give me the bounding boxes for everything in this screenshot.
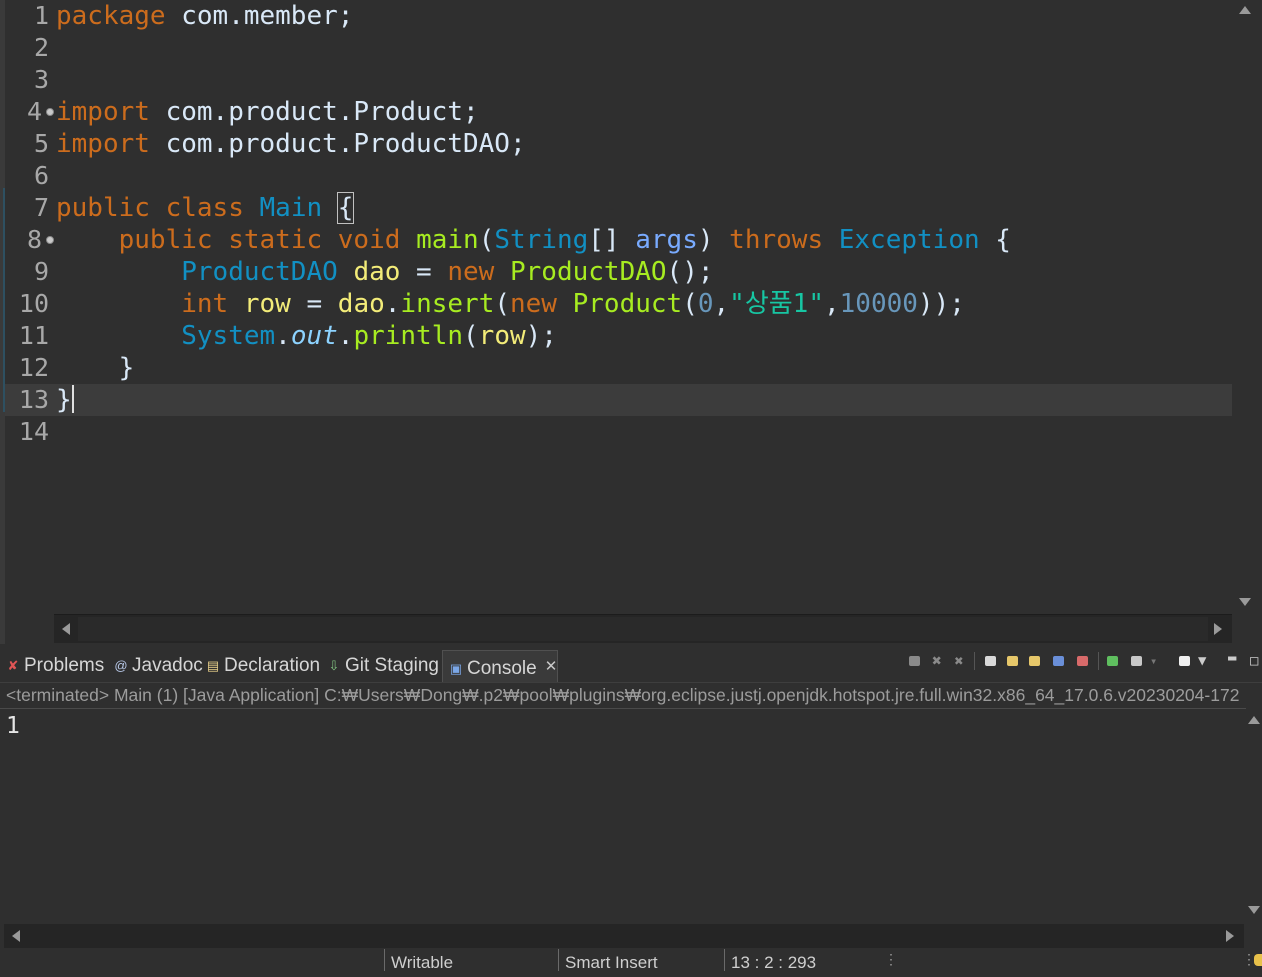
console-view: ✘ Problems @ Javadoc ▤ Declaration ⇩ Git Sta… bbox=[0, 644, 1262, 949]
show-stdout-icon[interactable] bbox=[1050, 652, 1068, 670]
code-text: import com.product.Product; bbox=[56, 97, 479, 127]
scroll-down-icon[interactable] bbox=[1248, 906, 1260, 914]
status-cursor-position[interactable]: 13 : 2 : 293 bbox=[724, 949, 871, 972]
problems-icon: ✘ bbox=[7, 658, 19, 673]
minimize-icon[interactable]: ▬ bbox=[1228, 651, 1246, 670]
console-process-description: <terminated> Main (1) [Java Application]… bbox=[6, 685, 1240, 705]
line-number: 7 bbox=[33, 193, 49, 222]
status-insert-mode[interactable]: Smart Insert bbox=[558, 949, 715, 972]
line-number: 1 bbox=[33, 1, 49, 30]
code-line-10[interactable]: 10 int row = dao.insert(new Product(0,"상… bbox=[5, 288, 1232, 320]
code-line-9[interactable]: 9 ProductDAO dao = new ProductDAO(); bbox=[5, 256, 1232, 288]
code-line-14[interactable]: 14 bbox=[5, 416, 1232, 448]
word-wrap-icon[interactable] bbox=[1026, 652, 1044, 670]
line-number: 13 bbox=[18, 385, 49, 414]
terminate-icon[interactable] bbox=[906, 652, 924, 670]
console-output-area[interactable]: 1 bbox=[0, 708, 1246, 923]
console-icon: ▣ bbox=[449, 661, 463, 676]
tab-declaration[interactable]: ▤ Declaration bbox=[206, 650, 320, 682]
line-number: 9 bbox=[33, 257, 49, 286]
scroll-up-icon[interactable] bbox=[1239, 6, 1251, 14]
text-cursor bbox=[71, 385, 74, 413]
chevron-down-icon[interactable]: ▾ bbox=[1150, 652, 1168, 670]
editor-vertical-scrollbar[interactable] bbox=[1232, 0, 1258, 612]
view-menu-icon[interactable]: ▼ bbox=[1198, 652, 1216, 670]
matched-bracket: { bbox=[336, 192, 355, 224]
declaration-icon: ▤ bbox=[206, 658, 220, 673]
status-bar: Writable Smart Insert 13 : 2 : 293 ⋮ ⋮ bbox=[0, 949, 1262, 972]
clear-console-icon[interactable] bbox=[982, 652, 1000, 670]
scroll-up-icon[interactable] bbox=[1248, 716, 1260, 724]
scroll-track[interactable] bbox=[78, 617, 1208, 641]
close-icon[interactable]: ✕ bbox=[545, 651, 558, 683]
maximize-icon[interactable]: □ bbox=[1250, 652, 1262, 670]
tab-git-staging[interactable]: ⇩ Git Staging bbox=[327, 650, 439, 682]
lightbulb-icon[interactable] bbox=[1254, 954, 1262, 966]
scroll-left-icon[interactable] bbox=[62, 623, 70, 635]
line-number: 5 bbox=[33, 129, 49, 158]
code-line-11[interactable]: 11 System.out.println(row); bbox=[5, 320, 1232, 352]
fold-toggle-icon[interactable] bbox=[46, 108, 54, 116]
code-line-5[interactable]: 5 import com.product.ProductDAO; bbox=[5, 128, 1232, 160]
line-number: 4 bbox=[26, 97, 42, 126]
line-number: 12 bbox=[18, 353, 49, 382]
code-line-3[interactable]: 3 bbox=[5, 64, 1232, 96]
scroll-right-icon[interactable] bbox=[1214, 623, 1222, 635]
code-text: import com.product.ProductDAO; bbox=[56, 129, 526, 159]
line-number: 11 bbox=[18, 321, 49, 350]
tab-console[interactable]: ▣ Console ✕ bbox=[442, 650, 558, 682]
line-number: 10 bbox=[18, 289, 49, 318]
code-line-1[interactable]: 1 package com.member; bbox=[5, 0, 1232, 32]
more-icon[interactable]: ⋮ bbox=[884, 951, 898, 968]
scroll-lock-icon[interactable] bbox=[1004, 652, 1022, 670]
remove-launch-icon[interactable]: ✖ bbox=[928, 652, 946, 670]
pin-console-icon[interactable] bbox=[1104, 652, 1122, 670]
view-tab-bar: ✘ Problems @ Javadoc ▤ Declaration ⇩ Git Sta… bbox=[0, 644, 1262, 683]
fold-toggle-icon[interactable] bbox=[46, 236, 54, 244]
code-line-6[interactable]: 6 bbox=[5, 160, 1232, 192]
console-horizontal-scrollbar[interactable] bbox=[4, 924, 1244, 948]
code-line-4[interactable]: 4 import com.product.Product; bbox=[5, 96, 1232, 128]
code-text: public static void main(String[] args) t… bbox=[118, 225, 1011, 255]
code-text: } bbox=[118, 353, 135, 383]
editor-horizontal-scrollbar[interactable] bbox=[54, 614, 1232, 643]
show-stderr-icon[interactable] bbox=[1074, 652, 1092, 670]
code-area[interactable]: 1 package com.member; 2 3 4 import com.p… bbox=[5, 0, 1232, 612]
code-text: int row = dao.insert(new Product(0,"상품1"… bbox=[181, 289, 965, 319]
remove-all-terminated-icon[interactable]: ✖ bbox=[950, 652, 968, 670]
status-writable: Writable bbox=[384, 949, 551, 972]
code-text: } bbox=[56, 385, 74, 415]
line-number: 2 bbox=[33, 33, 49, 62]
line-number: 6 bbox=[33, 161, 49, 190]
code-text: ProductDAO dao = new ProductDAO(); bbox=[181, 257, 714, 287]
tab-javadoc[interactable]: @ Javadoc bbox=[114, 650, 202, 682]
display-console-icon[interactable] bbox=[1128, 652, 1146, 670]
console-vertical-scrollbar[interactable] bbox=[1246, 708, 1262, 922]
scroll-down-icon[interactable] bbox=[1239, 598, 1251, 606]
scroll-right-icon[interactable] bbox=[1226, 930, 1234, 942]
tab-problems[interactable]: ✘ Problems bbox=[6, 650, 105, 682]
open-console-icon[interactable] bbox=[1176, 652, 1194, 670]
code-text: public class Main { bbox=[56, 192, 355, 224]
code-line-13[interactable]: 13 } bbox=[5, 384, 1232, 416]
git-staging-icon: ⇩ bbox=[328, 658, 340, 673]
code-line-2[interactable]: 2 bbox=[5, 32, 1232, 64]
code-line-8[interactable]: 8 public static void main(String[] args)… bbox=[5, 224, 1232, 256]
code-line-12[interactable]: 12 } bbox=[5, 352, 1232, 384]
code-line-7[interactable]: 7 public class Main { bbox=[5, 192, 1232, 224]
line-number: 14 bbox=[18, 417, 49, 446]
line-number: 3 bbox=[33, 65, 49, 94]
code-text: System.out.println(row); bbox=[181, 321, 557, 351]
code-text: package com.member; bbox=[56, 1, 354, 31]
scroll-left-icon[interactable] bbox=[12, 930, 20, 942]
javadoc-icon: @ bbox=[114, 658, 128, 673]
console-output-text: 1 bbox=[6, 713, 20, 739]
code-editor[interactable]: 1 package com.member; 2 3 4 import com.p… bbox=[0, 0, 1262, 644]
line-number: 8 bbox=[26, 225, 42, 254]
